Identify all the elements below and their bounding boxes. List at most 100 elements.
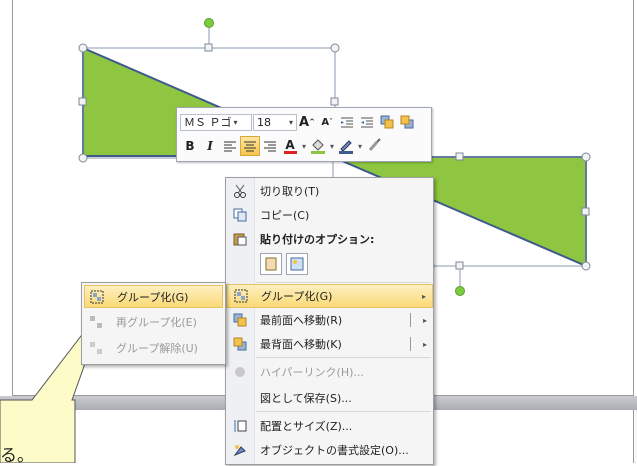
submenu-arrow-icon: ▸ — [421, 291, 426, 301]
bold-button[interactable]: B — [180, 136, 200, 156]
menu-item-label: 切り取り(T) — [260, 185, 320, 198]
format-painter-button[interactable] — [364, 136, 384, 156]
group-submenu: グループ化(G) 再グループ化(E) グループ解除(U) — [81, 282, 226, 365]
chevron-down-icon: ▾ — [288, 117, 293, 127]
bold-icon: B — [185, 139, 195, 153]
menu-item-label: オブジェクトの書式設定(O)... — [260, 444, 409, 457]
menu-item-label: 図として保存(S)... — [260, 392, 352, 405]
menu-item-hyperlink: ハイパーリンク(H)... — [226, 360, 433, 384]
resize-handle — [581, 207, 590, 216]
resize-handle — [581, 152, 591, 162]
ungroup-icon — [84, 341, 108, 355]
resize-handle — [455, 152, 464, 161]
resize-handle — [330, 97, 339, 106]
line-color-button[interactable] — [336, 136, 356, 156]
submenu-item-group[interactable]: グループ化(G) — [84, 285, 223, 308]
menu-item-label: 最背面へ移動(K) — [260, 338, 342, 351]
paste-picture-button[interactable] — [286, 253, 308, 275]
resize-handle — [455, 261, 464, 270]
grow-font-icon: A — [299, 114, 310, 130]
font-size-box[interactable]: 18 ▾ — [253, 113, 297, 131]
align-left-button[interactable] — [220, 136, 240, 156]
submenu-item-label: グループ解除(U) — [116, 341, 198, 355]
grow-font-button[interactable]: A ^ — [297, 112, 317, 132]
font-color-icon: A — [285, 137, 295, 152]
menu-item-group[interactable]: グループ化(G) ▸ — [226, 284, 433, 308]
bring-forward-icon — [380, 115, 394, 129]
menu-item-label: グループ化(G) — [261, 290, 333, 303]
regroup-icon — [84, 315, 108, 329]
callout-text: る。 — [0, 446, 34, 466]
menu-item-label: 配置とサイズ(Z)... — [260, 420, 353, 433]
menu-item-paste-options: 貼り付けのオプション: — [226, 227, 433, 251]
menu-item-cut[interactable]: 切り取り(T) — [226, 179, 433, 203]
paste-option-buttons — [260, 253, 308, 275]
menu-item-label: 最前面へ移動(R) — [260, 314, 343, 327]
decrease-indent-button[interactable] — [337, 112, 357, 132]
mini-toolbar: ＭＳ Ｐゴ ▾ 18 ▾ A ^ Aˇ B I A ▾ ▾ ▾ — [176, 107, 432, 162]
submenu-item-ungroup: グループ解除(U) — [84, 336, 223, 359]
font-name-box[interactable]: ＭＳ Ｐゴ ▾ — [180, 113, 252, 131]
paste-keep-source-button[interactable] — [260, 253, 282, 275]
chevron-down-icon[interactable]: ▾ — [328, 142, 336, 151]
pen-icon — [339, 140, 353, 154]
hyperlink-icon — [226, 365, 254, 379]
italic-icon: I — [207, 139, 213, 153]
submenu-arrow-icon[interactable]: ▸ — [417, 316, 433, 325]
align-right-icon — [264, 141, 276, 151]
font-name-value: ＭＳ Ｐゴ — [184, 116, 232, 129]
scissors-icon — [226, 184, 254, 198]
decrease-indent-icon — [341, 117, 353, 128]
size-position-icon — [226, 419, 254, 433]
menu-item-send-to-back[interactable]: 最背面へ移動(K) ▸ — [226, 332, 433, 356]
menu-item-label: 貼り付けのオプション: — [260, 233, 375, 246]
submenu-item-regroup: 再グループ化(E) — [84, 310, 223, 333]
menu-item-label: コピー(C) — [260, 209, 310, 222]
rotation-handle-right — [455, 286, 465, 296]
resize-handle — [330, 43, 340, 53]
send-backward-button[interactable] — [397, 112, 417, 132]
resize-handle — [581, 261, 591, 271]
paste-keep-icon — [265, 257, 277, 271]
resize-handle — [78, 43, 88, 53]
menu-item-save-as-picture[interactable]: 図として保存(S)... — [226, 386, 433, 410]
align-center-button[interactable] — [240, 136, 260, 156]
chevron-down-icon[interactable]: ▾ — [300, 142, 308, 151]
fill-color-button[interactable] — [308, 136, 328, 156]
format-object-icon — [226, 443, 254, 457]
submenu-arrow-icon[interactable]: ▸ — [417, 340, 433, 349]
chevron-down-icon: ▾ — [233, 117, 238, 127]
menu-item-size-position[interactable]: 配置とサイズ(Z)... — [226, 414, 433, 438]
paste-icon — [226, 232, 254, 246]
shrink-font-icon: A — [321, 116, 330, 128]
send-backward-icon — [400, 115, 414, 129]
align-left-icon — [224, 141, 236, 151]
resize-handle — [204, 43, 213, 52]
bring-to-front-icon — [226, 313, 254, 327]
align-center-icon — [244, 141, 256, 151]
italic-button[interactable]: I — [200, 136, 220, 156]
increase-indent-icon — [361, 117, 373, 128]
send-to-back-icon — [226, 337, 254, 351]
format-painter-icon — [368, 138, 381, 151]
font-color-button[interactable]: A — [280, 136, 300, 156]
menu-item-copy[interactable]: コピー(C) — [226, 203, 433, 227]
increase-indent-button[interactable] — [357, 112, 377, 132]
menu-item-label: ハイパーリンク(H)... — [260, 366, 364, 379]
submenu-item-label: グループ化(G) — [117, 290, 189, 304]
align-right-button[interactable] — [260, 136, 280, 156]
menu-item-format-object[interactable]: オブジェクトの書式設定(O)... — [226, 438, 433, 462]
group-icon — [85, 290, 109, 304]
resize-handle — [78, 97, 87, 106]
group-icon — [227, 289, 255, 303]
context-menu: 切り取り(T) コピー(C) 貼り付けのオプション: グループ化(G) ▸ 最前… — [225, 177, 434, 465]
menu-item-bring-to-front[interactable]: 最前面へ移動(R) ▸ — [226, 308, 433, 332]
chevron-down-icon[interactable]: ▾ — [356, 142, 364, 151]
paste-picture-icon — [290, 257, 304, 271]
shrink-font-button[interactable]: Aˇ — [317, 112, 337, 132]
paint-bucket-icon — [311, 139, 325, 154]
font-size-value: 18 — [257, 115, 271, 129]
bring-forward-button[interactable] — [377, 112, 397, 132]
rotation-handle-left — [204, 18, 214, 28]
resize-handle — [78, 153, 88, 163]
